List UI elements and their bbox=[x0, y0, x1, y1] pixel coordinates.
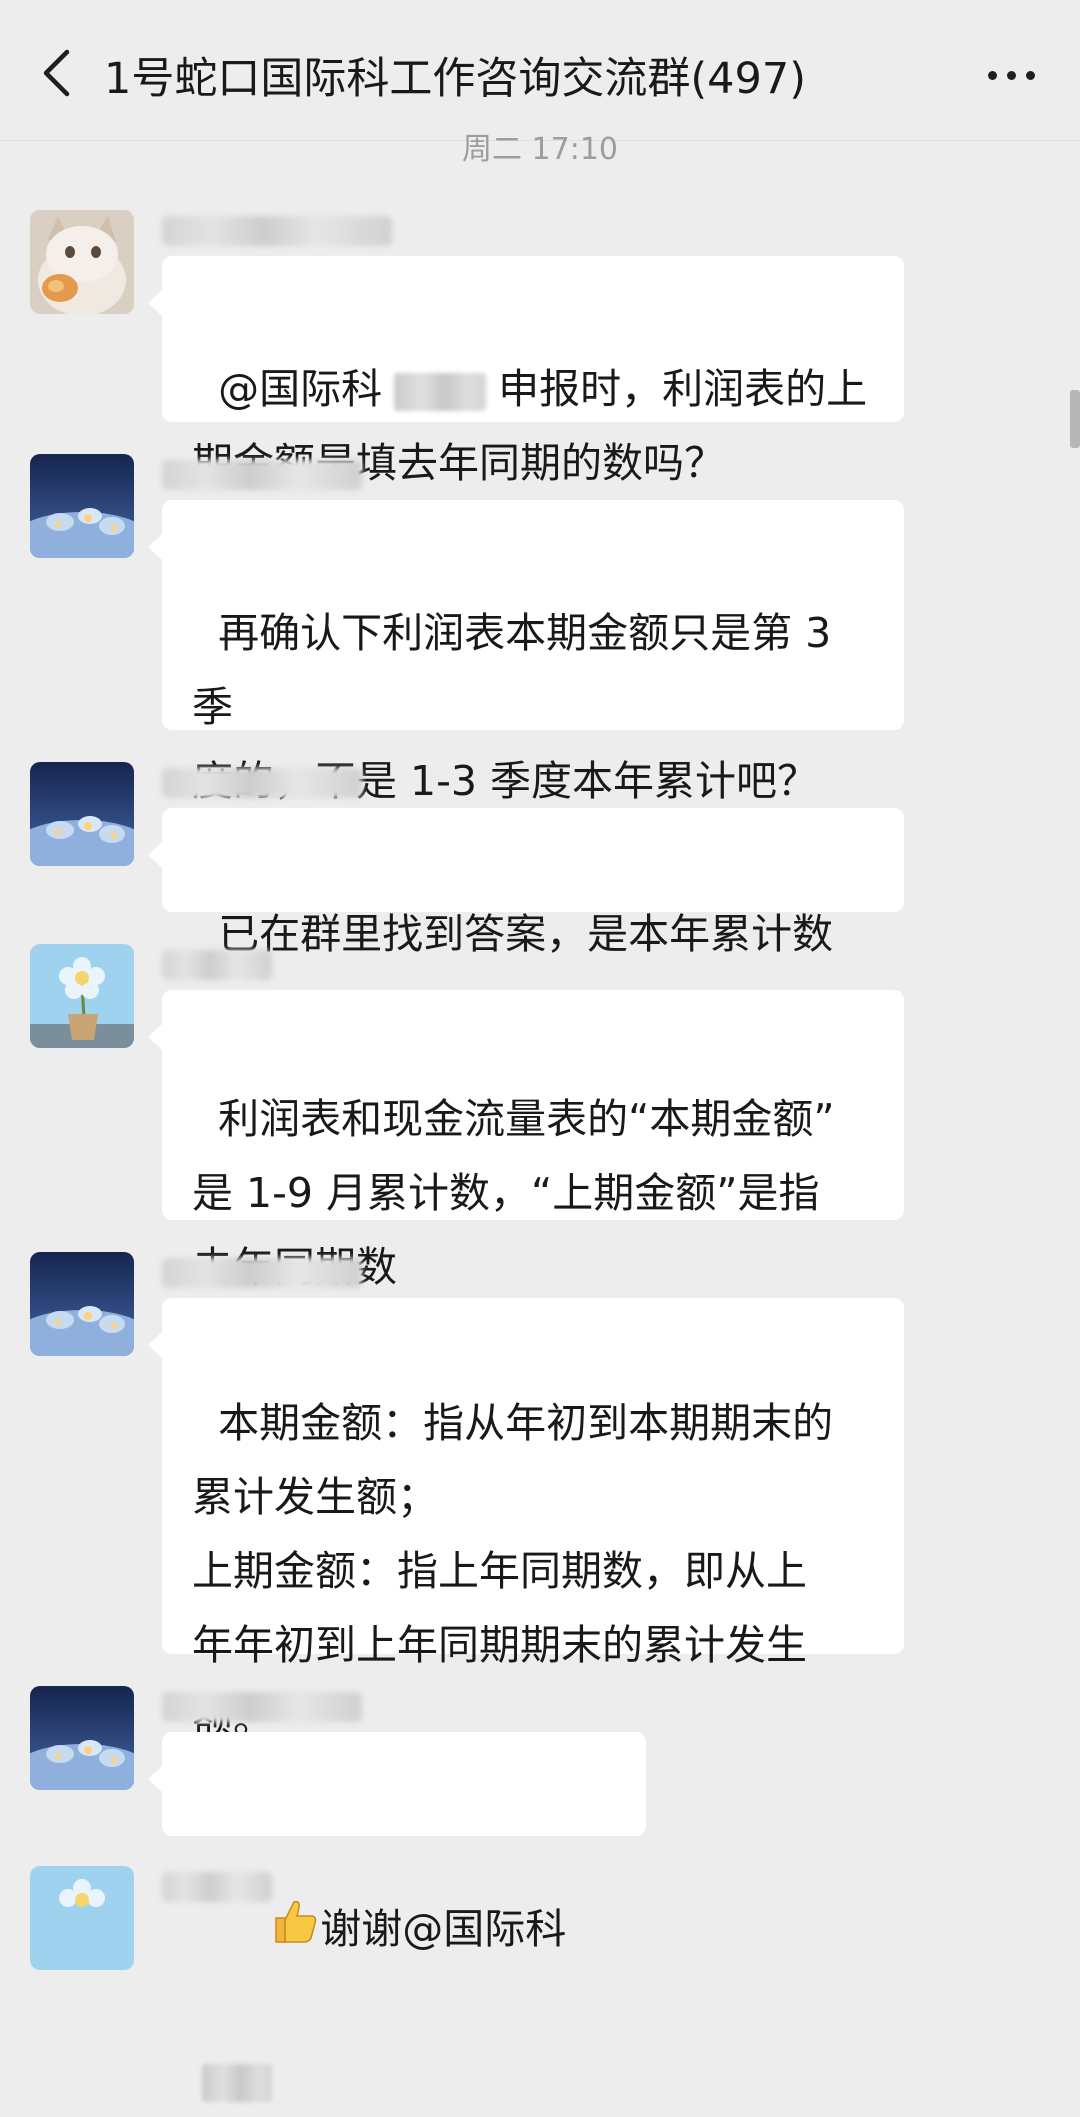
message-text: @国际科 bbox=[218, 365, 383, 413]
chevron-left-icon bbox=[43, 49, 70, 97]
message-bubble[interactable]: 本期金额：指从年初到本期期末的 累计发生额； 上期金额：指上年同期数，即从上 年… bbox=[148, 1298, 904, 1743]
message-bubble[interactable]: 再确认下利润表本期金额只是第 3 季 度的，不是 1-3 季度本年累计吧？ bbox=[148, 500, 904, 1090]
thumbs-up-emoji bbox=[218, 1821, 320, 2043]
sender-name-redacted bbox=[162, 950, 272, 980]
message-bubble[interactable]: 谢谢@国际科 bbox=[148, 1732, 646, 2102]
message-bubble[interactable]: 利润表和现金流量表的“本期金额” 是 1-9 月累计数，“上期金额”是指 去年同… bbox=[148, 990, 904, 1291]
redacted-mention bbox=[202, 2064, 272, 2102]
igloo-avatar[interactable] bbox=[30, 1252, 134, 1356]
igloo-avatar[interactable] bbox=[30, 762, 134, 866]
more-dot-icon bbox=[1025, 70, 1035, 80]
more-dot-icon bbox=[1006, 70, 1016, 80]
sender-name-redacted bbox=[162, 1872, 272, 1902]
more-options-button[interactable] bbox=[976, 50, 1046, 100]
more-dot-icon bbox=[987, 70, 997, 80]
sender-name-redacted bbox=[162, 768, 362, 798]
sender-name-redacted bbox=[162, 460, 362, 490]
scroll-indicator[interactable] bbox=[1070, 390, 1080, 448]
message-text: 已在群里找到答案，是本年累计数 bbox=[218, 910, 834, 958]
flower-avatar[interactable] bbox=[30, 1866, 134, 1970]
message-bubble[interactable]: 已在群里找到答案，是本年累计数 bbox=[148, 808, 904, 958]
cat-avatar[interactable] bbox=[30, 210, 134, 314]
message-timestamp: 周二 17:10 bbox=[462, 132, 618, 167]
redacted-mention bbox=[394, 373, 487, 411]
message-bubble[interactable]: @国际科 申报时，利润表的上 期金额是填去年同期的数吗？ bbox=[148, 256, 904, 487]
chat-header: 1号蛇口国际科工作咨询交流群(497) bbox=[0, 0, 1080, 141]
sender-name-redacted bbox=[162, 216, 392, 246]
igloo-avatar[interactable] bbox=[30, 454, 134, 558]
chat-title: 1号蛇口国际科工作咨询交流群(497) bbox=[104, 54, 806, 104]
back-button[interactable] bbox=[26, 38, 86, 108]
igloo-avatar[interactable] bbox=[30, 1686, 134, 1790]
sender-name-redacted bbox=[162, 1692, 362, 1722]
sender-name-redacted bbox=[162, 1258, 362, 1288]
message-text: 谢谢@国际科 bbox=[320, 1905, 567, 1953]
flower-avatar[interactable] bbox=[30, 944, 134, 1048]
